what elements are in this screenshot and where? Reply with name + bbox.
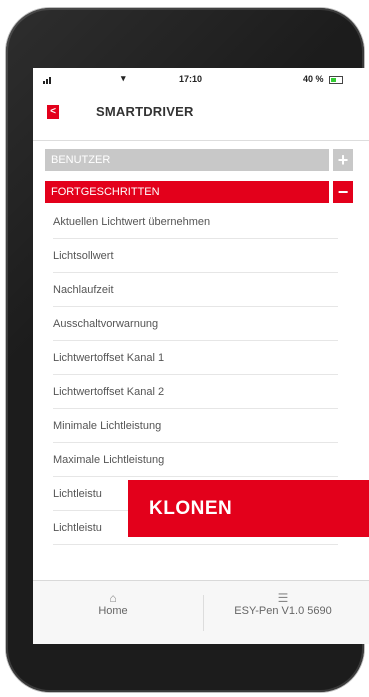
list-item[interactable]: Minimale Lichtleistung [53, 409, 338, 443]
sliders-icon: ☰ [277, 591, 289, 605]
klonen-banner: KLONEN [128, 480, 369, 537]
home-icon: ⌂ [109, 591, 117, 605]
list-item[interactable]: Nachlaufzeit [53, 273, 338, 307]
page-title: SMARTDRIVER [96, 104, 194, 119]
section-fortgeschritten[interactable]: FORTGESCHRITTEN [45, 181, 329, 203]
list-item[interactable]: Lichtsollwert [53, 239, 338, 273]
battery-icon [329, 75, 344, 84]
section-benutzer[interactable]: BENUTZER [45, 149, 329, 171]
battery-percent: 40 % [303, 74, 324, 84]
wifi-icon: ▾ [121, 73, 126, 83]
phone-screen: ▾ 17:10 40 % < SMARTDRIVER BENUTZER + FO… [33, 68, 369, 644]
expand-benutzer-button[interactable]: + [333, 149, 353, 171]
status-time: 17:10 [179, 74, 203, 84]
list-item[interactable]: Lichtwertoffset Kanal 1 [53, 341, 338, 375]
list-item[interactable]: Ausschaltvorwarnung [53, 307, 338, 341]
collapse-fortgeschritten-button[interactable]: − [333, 181, 353, 203]
tab-device[interactable]: ☰ ESY-Pen V1.0 5690 [203, 591, 363, 617]
signal-icon [43, 74, 52, 84]
app-header: < SMARTDRIVER [33, 90, 369, 141]
tab-home-label: Home [98, 605, 128, 617]
tab-device-label: ESY-Pen V1.0 5690 [234, 605, 332, 617]
status-bar: ▾ 17:10 40 % [33, 68, 369, 90]
phone-frame: ▾ 17:10 40 % < SMARTDRIVER BENUTZER + FO… [6, 8, 369, 692]
list-item[interactable]: Aktuellen Lichtwert übernehmen [53, 205, 338, 239]
battery-indicator: 40 % [303, 74, 344, 84]
list-item[interactable]: Lichtwertoffset Kanal 2 [53, 375, 338, 409]
list-item[interactable]: Maximale Lichtleistung [53, 443, 338, 477]
back-button[interactable]: < [47, 105, 59, 119]
tab-home[interactable]: ⌂ Home [73, 591, 153, 617]
tab-bar: ⌂ Home ☰ ESY-Pen V1.0 5690 [33, 580, 369, 644]
